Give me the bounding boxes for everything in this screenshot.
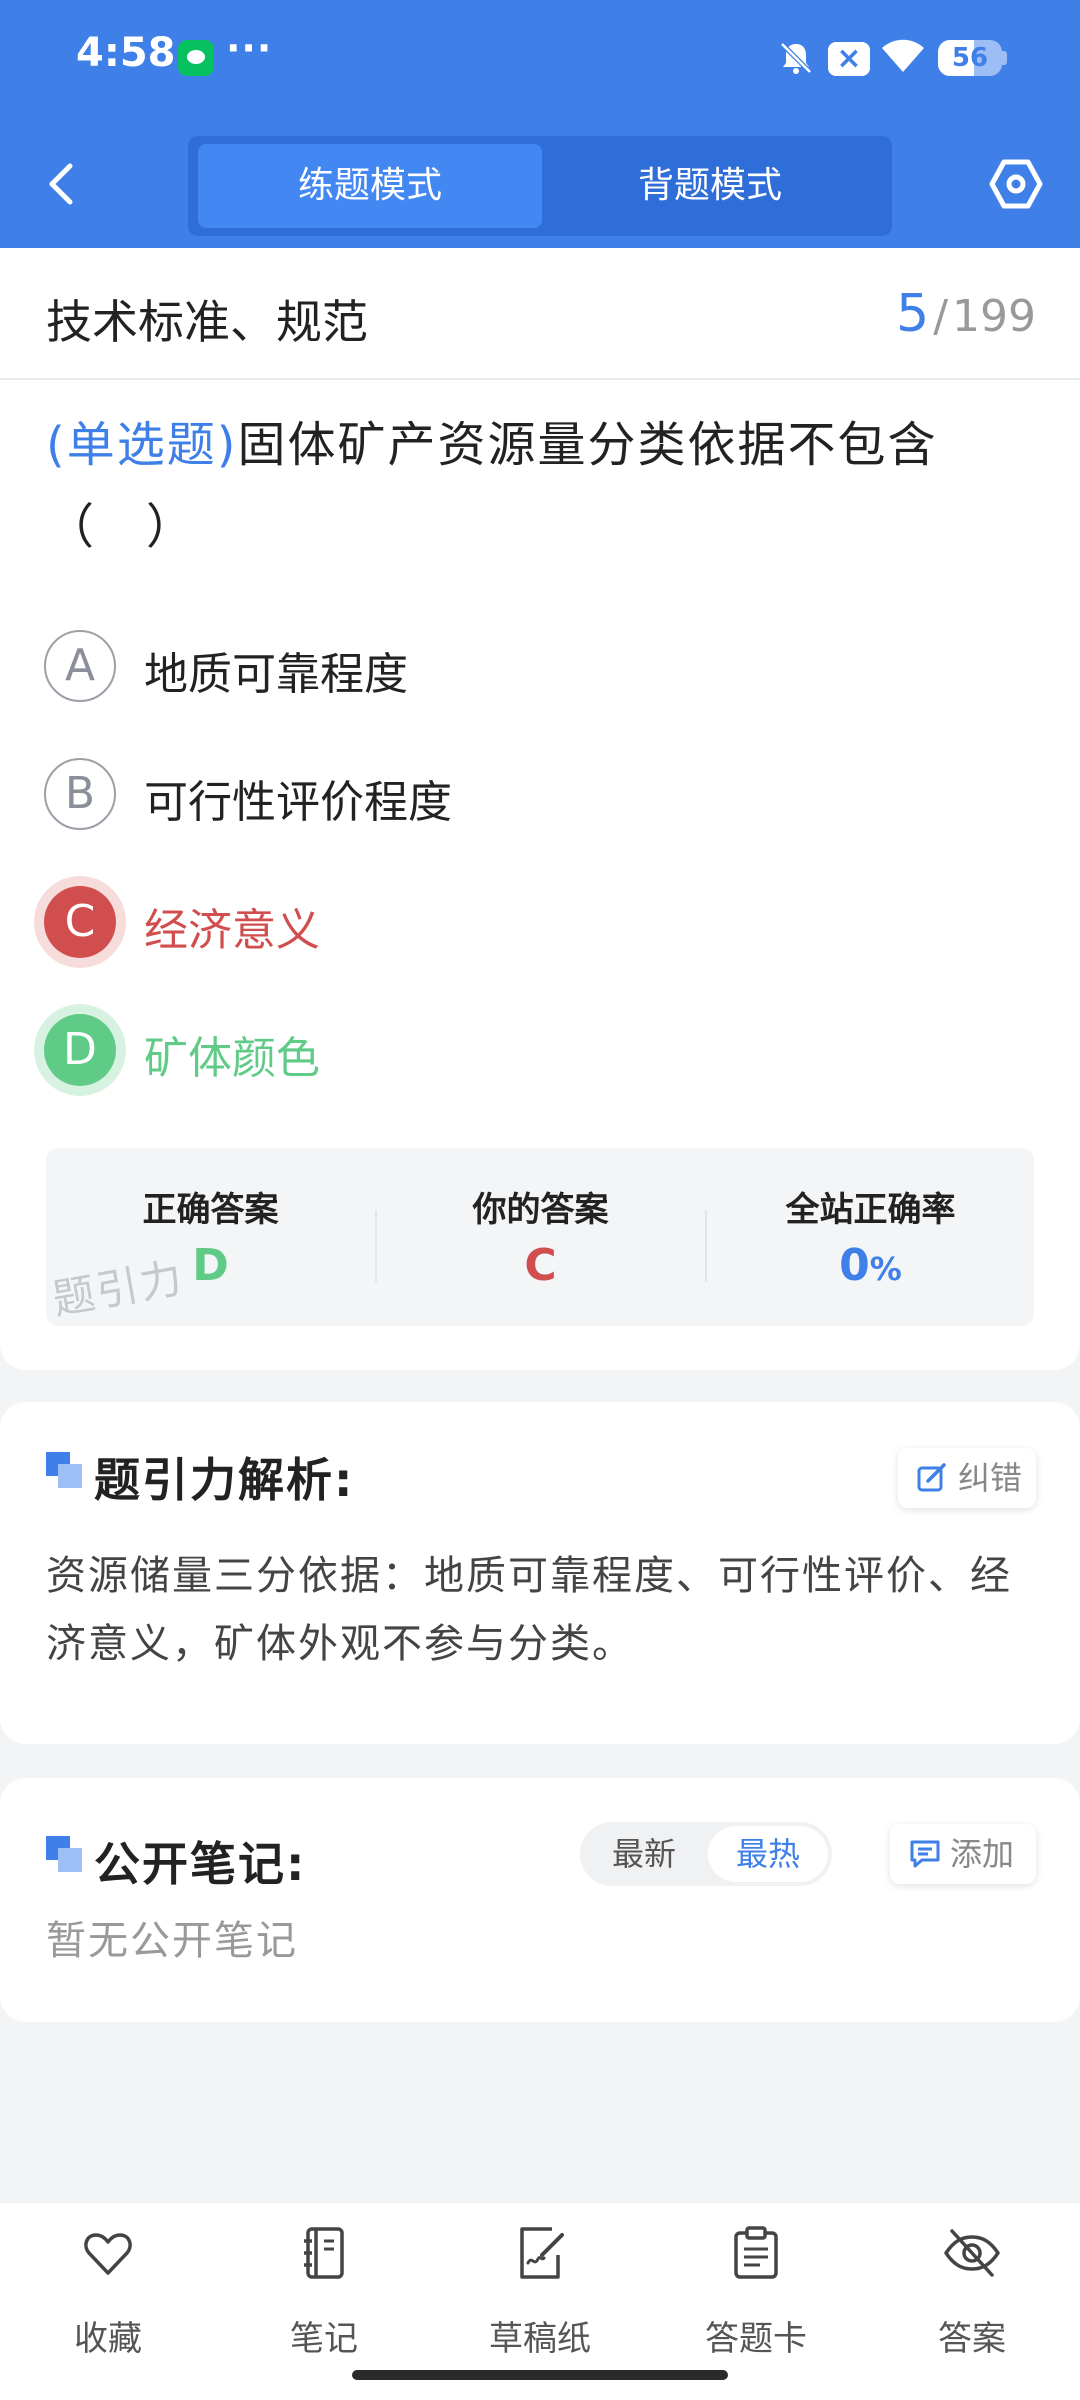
tab-recite-mode[interactable]: 背题模式	[538, 144, 882, 228]
show-answer-button[interactable]: 答案	[872, 2225, 1072, 2359]
battery-icon: 56	[938, 40, 1002, 76]
mute-bell-icon	[780, 42, 812, 74]
notification-x-icon: ×	[828, 42, 870, 76]
option-letter-badge: C	[44, 886, 116, 958]
analysis-title: 题引力解析:	[94, 1453, 355, 1507]
option-d[interactable]: D 矿体颜色	[44, 1010, 1024, 1090]
option-a[interactable]: A 地质可靠程度	[44, 626, 1024, 706]
option-c[interactable]: C 经济意义	[44, 882, 1024, 962]
section-title: 技术标准、规范	[46, 295, 368, 349]
analysis-card: 题引力解析: 纠错 资源储量三分依据：地质可靠程度、可行性评价、经济意义，矿体外…	[0, 1402, 1080, 1744]
option-text: 可行性评价程度	[144, 777, 452, 828]
tab-practice-mode[interactable]: 练题模式	[198, 144, 542, 228]
favorite-button[interactable]: 收藏	[8, 2225, 208, 2359]
option-text: 地质可靠程度	[144, 649, 408, 700]
draft-paper-icon	[520, 2227, 564, 2279]
notes-label: 笔记	[290, 2319, 358, 2359]
accuracy-rate-label: 全站正确率	[785, 1190, 956, 1230]
status-time: 4:58	[76, 30, 176, 76]
your-answer-column: 你的答案 C	[376, 1148, 705, 1326]
accuracy-rate-unit: %	[869, 1250, 902, 1288]
notebook-icon	[304, 2227, 344, 2279]
draft-paper-button[interactable]: 草稿纸	[440, 2225, 640, 2359]
notes-button[interactable]: 笔记	[224, 2225, 424, 2359]
your-answer-label: 你的答案	[472, 1190, 609, 1230]
accuracy-rate-number: 0	[839, 1240, 870, 1291]
add-note-button[interactable]: 添加	[890, 1824, 1036, 1884]
report-error-button[interactable]: 纠错	[898, 1448, 1036, 1508]
status-bar: 4:58 ··· × 56	[0, 0, 1080, 118]
home-indicator[interactable]	[352, 2370, 728, 2380]
mode-switch: 练题模式 背题模式	[188, 136, 892, 236]
public-notes-card: 公开笔记: 最新 最热 添加 暂无公开笔记	[0, 1778, 1080, 2022]
option-b[interactable]: B 可行性评价程度	[44, 754, 1024, 834]
heart-icon	[84, 2233, 132, 2275]
settings-hexagon-icon[interactable]	[988, 156, 1044, 212]
edit-icon	[917, 1463, 946, 1492]
correct-answer-label: 正确答案	[142, 1190, 279, 1230]
your-answer-value: C	[524, 1240, 557, 1291]
wifi-icon	[882, 39, 924, 72]
question-stem: (单选题)固体矿产资源量分类依据不包含（ ）	[46, 404, 1036, 568]
more-notifications-icon: ···	[226, 26, 273, 70]
section-row: 技术标准、规范 5/199	[0, 248, 1080, 380]
accuracy-rate-column: 全站正确率 0%	[706, 1148, 1035, 1326]
show-answer-label: 答案	[938, 2319, 1006, 2359]
option-text: 经济意义	[144, 905, 320, 956]
eye-off-icon	[944, 2229, 1000, 2277]
question-card: 技术标准、规范 5/199 (单选题)固体矿产资源量分类依据不包含（ ） A 地…	[0, 248, 1080, 1370]
sort-latest-option[interactable]: 最新	[584, 1826, 704, 1882]
option-text: 矿体颜色	[144, 1033, 320, 1084]
report-error-label: 纠错	[958, 1459, 1023, 1497]
notes-sort-toggle: 最新 最热	[580, 1822, 832, 1886]
accuracy-rate-value: 0%	[706, 1240, 1035, 1291]
option-letter-badge: B	[44, 758, 116, 830]
app-header: 4:58 ··· × 56 练题模式 背题模式	[0, 0, 1080, 248]
current-question-number: 5	[896, 284, 930, 344]
option-letter-badge: D	[44, 1014, 116, 1086]
analysis-text: 资源储量三分依据：地质可靠程度、可行性评价、经济意义，矿体外观不参与分类。	[46, 1553, 1012, 1667]
section-squares-icon	[46, 1836, 84, 1874]
comment-icon	[910, 1840, 940, 1868]
question-counter: 5/199	[896, 284, 1036, 344]
back-button[interactable]	[38, 156, 88, 212]
draft-paper-label: 草稿纸	[489, 2319, 591, 2359]
favorite-label: 收藏	[74, 2319, 142, 2359]
section-squares-icon	[46, 1452, 84, 1490]
answer-sheet-label: 答题卡	[705, 2319, 807, 2359]
answer-sheet-button[interactable]: 答题卡	[656, 2225, 856, 2359]
answer-summary: 正确答案 D 你的答案 C 全站正确率 0% 题引力	[46, 1148, 1034, 1326]
option-letter-badge: A	[44, 630, 116, 702]
question-type-label: (单选题)	[46, 417, 238, 473]
battery-percent: 56	[951, 43, 989, 73]
notes-title: 公开笔记:	[94, 1837, 307, 1891]
battery-tip	[1002, 51, 1007, 65]
wechat-icon	[178, 40, 214, 76]
counter-separator: /	[933, 291, 949, 342]
total-question-count: 199	[952, 291, 1036, 342]
answer-sheet-icon	[734, 2226, 778, 2279]
empty-notes-text: 暂无公开笔记	[46, 1918, 298, 1964]
sort-hottest-option[interactable]: 最热	[708, 1826, 828, 1882]
add-note-label: 添加	[950, 1835, 1015, 1873]
